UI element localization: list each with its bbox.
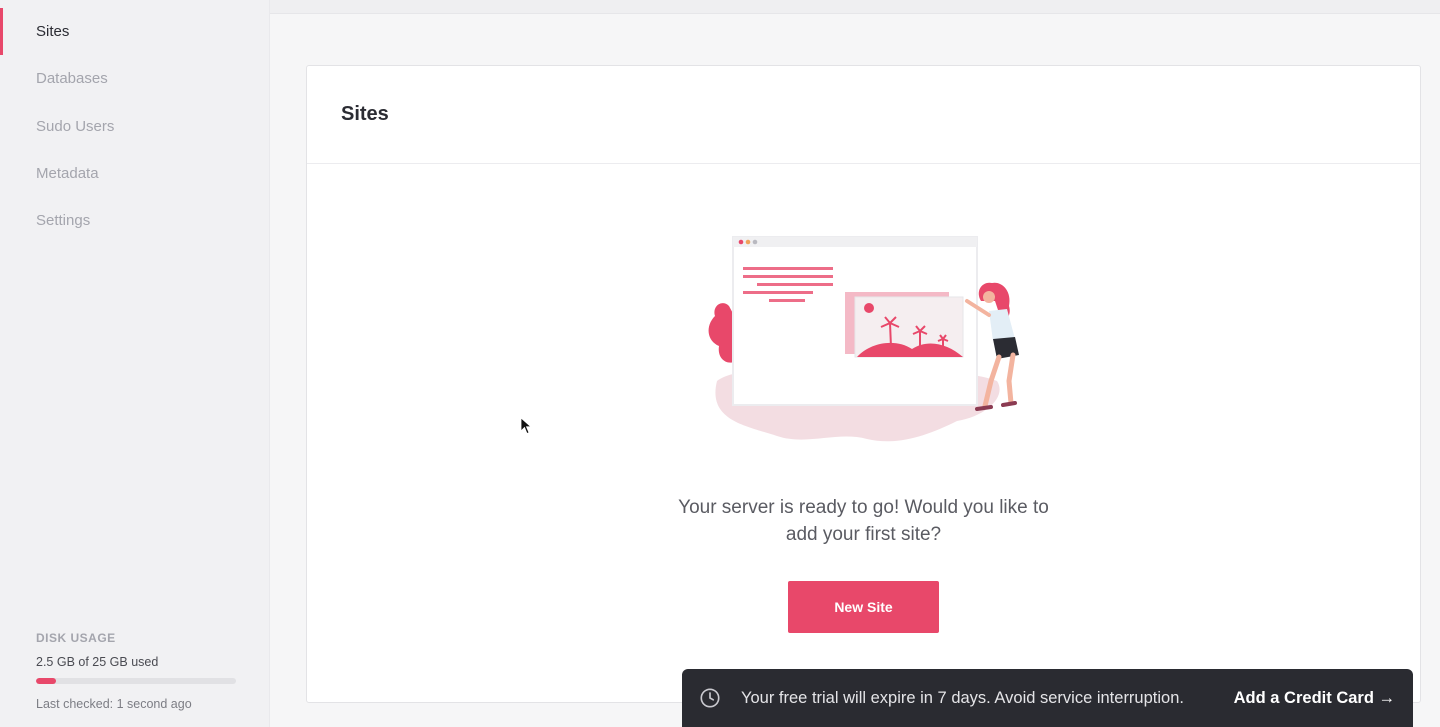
top-bar [270, 0, 1440, 14]
mouse-cursor-icon [520, 417, 532, 435]
sidebar-item-metadata[interactable]: Metadata [0, 150, 269, 197]
sidebar-nav: Sites Databases Sudo Users Metadata Sett… [0, 0, 269, 244]
sites-card: Sites Your server is ready to go! Would … [306, 65, 1421, 703]
sidebar-item-sites[interactable]: Sites [0, 8, 269, 56]
empty-state-message: Your server is ready to go! Would you li… [307, 494, 1420, 548]
sidebar-item-settings[interactable]: Settings [0, 197, 269, 244]
app-root: Sites Databases Sudo Users Metadata Sett… [0, 0, 1440, 727]
sidebar-item-databases[interactable]: Databases [0, 55, 269, 102]
clock-icon [700, 688, 720, 708]
new-site-button[interactable]: New Site [788, 581, 939, 633]
trial-toast: Your free trial will expire in 7 days. A… [682, 669, 1413, 727]
sidebar-item-sudo-users[interactable]: Sudo Users [0, 103, 269, 150]
empty-state-line-2: add your first site? [785, 524, 942, 545]
add-credit-card-link[interactable]: Add a Credit Card → [1234, 689, 1395, 708]
disk-usage-panel: DISK USAGE 2.5 GB of 25 GB used Last che… [36, 627, 246, 727]
disk-last-checked: Last checked: 1 second ago [36, 697, 192, 711]
disk-usage-title: DISK USAGE [36, 631, 116, 645]
empty-state-line-1: Your server is ready to go! Would you li… [678, 497, 1049, 518]
page-title: Sites [341, 103, 389, 125]
trial-message: Your free trial will expire in 7 days. A… [741, 688, 1184, 707]
sidebar: Sites Databases Sudo Users Metadata Sett… [0, 0, 270, 727]
disk-usage-fill [36, 678, 56, 684]
card-header: Sites [307, 66, 1420, 164]
empty-state-illustration [708, 236, 1019, 442]
disk-usage-amount: 2.5 GB of 25 GB used [36, 655, 159, 669]
disk-usage-bar [36, 678, 236, 684]
